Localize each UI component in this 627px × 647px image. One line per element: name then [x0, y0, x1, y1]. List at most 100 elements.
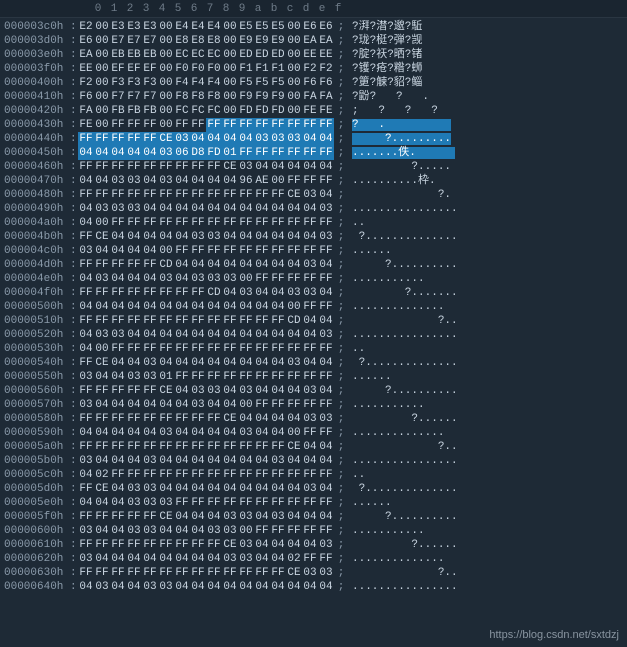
hex-byte[interactable]: 04 — [126, 328, 142, 342]
hex-byte[interactable]: 00 — [94, 76, 110, 90]
hex-row[interactable]: 00000470h:0404030304030404040496AE00FFFF… — [0, 174, 627, 188]
hex-byte[interactable]: FF — [302, 146, 318, 160]
hex-byte[interactable]: E7 — [110, 34, 126, 48]
hex-byte[interactable]: FF — [222, 188, 238, 202]
hex-byte[interactable]: 04 — [270, 384, 286, 398]
hex-byte[interactable]: 04 — [110, 496, 126, 510]
hex-byte[interactable]: 04 — [318, 384, 334, 398]
hex-byte[interactable]: 04 — [222, 580, 238, 594]
hex-byte[interactable]: FF — [318, 496, 334, 510]
hex-byte[interactable]: 00 — [222, 104, 238, 118]
hex-byte[interactable]: 03 — [238, 426, 254, 440]
hex-byte[interactable]: 04 — [238, 328, 254, 342]
hex-byte[interactable]: FF — [78, 356, 94, 370]
hex-byte[interactable]: FF — [142, 384, 158, 398]
hex-byte[interactable]: 04 — [158, 398, 174, 412]
hex-byte[interactable]: FF — [110, 510, 126, 524]
hex-byte[interactable]: FF — [270, 468, 286, 482]
hex-byte[interactable]: FF — [78, 566, 94, 580]
hex-byte[interactable]: 04 — [126, 426, 142, 440]
ascii-view[interactable]: .............. — [348, 552, 627, 566]
hex-byte[interactable]: 04 — [222, 398, 238, 412]
hex-byte[interactable]: 04 — [286, 160, 302, 174]
hex-byte[interactable]: FF — [78, 230, 94, 244]
hex-byte[interactable]: 04 — [142, 552, 158, 566]
hex-byte[interactable]: EA — [318, 34, 334, 48]
hex-byte[interactable]: E4 — [174, 20, 190, 34]
hex-byte[interactable]: F6 — [302, 76, 318, 90]
hex-byte[interactable]: 04 — [222, 286, 238, 300]
hex-byte[interactable]: 04 — [302, 314, 318, 328]
hex-bytes[interactable]: FA00FBFBFB00FCFCFC00FDFDFD00FEFE — [78, 104, 334, 118]
hex-byte[interactable]: FF — [302, 524, 318, 538]
hex-byte[interactable]: 04 — [174, 328, 190, 342]
hex-byte[interactable]: F3 — [142, 76, 158, 90]
hex-byte[interactable]: FF — [110, 118, 126, 132]
hex-byte[interactable]: FF — [142, 216, 158, 230]
hex-byte[interactable]: FC — [190, 104, 206, 118]
hex-byte[interactable]: F1 — [270, 62, 286, 76]
hex-byte[interactable]: 03 — [302, 482, 318, 496]
hex-byte[interactable]: 00 — [222, 20, 238, 34]
hex-byte[interactable]: FF — [206, 216, 222, 230]
hex-byte[interactable]: FF — [142, 468, 158, 482]
hex-row[interactable]: 00000430h:FE00FFFFFF00FFFFFFFFFFFFFFFFFF… — [0, 118, 627, 132]
hex-byte[interactable]: CE — [222, 538, 238, 552]
hex-byte[interactable]: 04 — [238, 580, 254, 594]
hex-byte[interactable]: FF — [126, 188, 142, 202]
hex-byte[interactable]: 03 — [222, 552, 238, 566]
hex-row[interactable]: 00000620h:0304040404040404040303040402FF… — [0, 552, 627, 566]
hex-byte[interactable]: 04 — [158, 300, 174, 314]
hex-byte[interactable]: 00 — [158, 48, 174, 62]
hex-byte[interactable]: 04 — [270, 328, 286, 342]
hex-byte[interactable]: FF — [254, 468, 270, 482]
hex-byte[interactable]: FF — [78, 440, 94, 454]
hex-byte[interactable]: FF — [142, 188, 158, 202]
hex-byte[interactable]: 04 — [286, 454, 302, 468]
hex-byte[interactable]: FF — [318, 398, 334, 412]
hex-byte[interactable]: FE — [78, 118, 94, 132]
hex-byte[interactable]: F7 — [142, 90, 158, 104]
hex-byte[interactable]: FF — [190, 244, 206, 258]
hex-byte[interactable]: CE — [158, 510, 174, 524]
hex-byte[interactable]: FF — [318, 244, 334, 258]
hex-byte[interactable]: FF — [158, 468, 174, 482]
hex-byte[interactable]: 04 — [254, 538, 270, 552]
hex-byte[interactable]: FF — [94, 188, 110, 202]
hex-byte[interactable]: 04 — [254, 412, 270, 426]
hex-byte[interactable]: 04 — [270, 356, 286, 370]
hex-byte[interactable]: 03 — [206, 272, 222, 286]
ascii-view[interactable]: ?.............. — [348, 230, 627, 244]
hex-dump-area[interactable]: 000003c0h:E200E3E3E300E4E4E400E5E5E500E6… — [0, 18, 627, 594]
hex-byte[interactable]: 03 — [318, 202, 334, 216]
hex-byte[interactable]: 03 — [126, 174, 142, 188]
hex-byte[interactable]: E5 — [270, 20, 286, 34]
hex-byte[interactable]: 04 — [190, 300, 206, 314]
hex-byte[interactable]: FF — [270, 314, 286, 328]
hex-byte[interactable]: FF — [302, 216, 318, 230]
hex-byte[interactable]: FF — [126, 258, 142, 272]
hex-byte[interactable]: F4 — [190, 76, 206, 90]
hex-byte[interactable]: FF — [110, 188, 126, 202]
hex-byte[interactable]: FF — [270, 566, 286, 580]
hex-byte[interactable]: EC — [206, 48, 222, 62]
hex-byte[interactable]: 04 — [110, 398, 126, 412]
hex-byte[interactable]: FF — [158, 342, 174, 356]
hex-row[interactable]: 000003f0h:EE00EFEFEF00F0F0F000F1F1F100F2… — [0, 62, 627, 76]
hex-byte[interactable]: 03 — [190, 230, 206, 244]
hex-byte[interactable]: FF — [94, 412, 110, 426]
hex-byte[interactable]: 03 — [238, 286, 254, 300]
hex-row[interactable]: 00000460h:FFFFFFFFFFFFFFFFFFCE0304040404… — [0, 160, 627, 174]
hex-byte[interactable]: FF — [78, 258, 94, 272]
hex-byte[interactable]: 04 — [222, 482, 238, 496]
hex-bytes[interactable]: 0400FFFFFFFFFFFFFFFFFFFFFFFFFFFF — [78, 342, 334, 356]
hex-byte[interactable]: FF — [318, 118, 334, 132]
hex-byte[interactable]: 04 — [78, 272, 94, 286]
hex-byte[interactable]: 04 — [318, 314, 334, 328]
hex-byte[interactable]: 03 — [318, 538, 334, 552]
hex-byte[interactable]: 04 — [238, 202, 254, 216]
hex-byte[interactable]: 00 — [286, 62, 302, 76]
hex-byte[interactable]: F5 — [270, 76, 286, 90]
hex-byte[interactable]: CE — [286, 440, 302, 454]
hex-byte[interactable]: 04 — [78, 174, 94, 188]
